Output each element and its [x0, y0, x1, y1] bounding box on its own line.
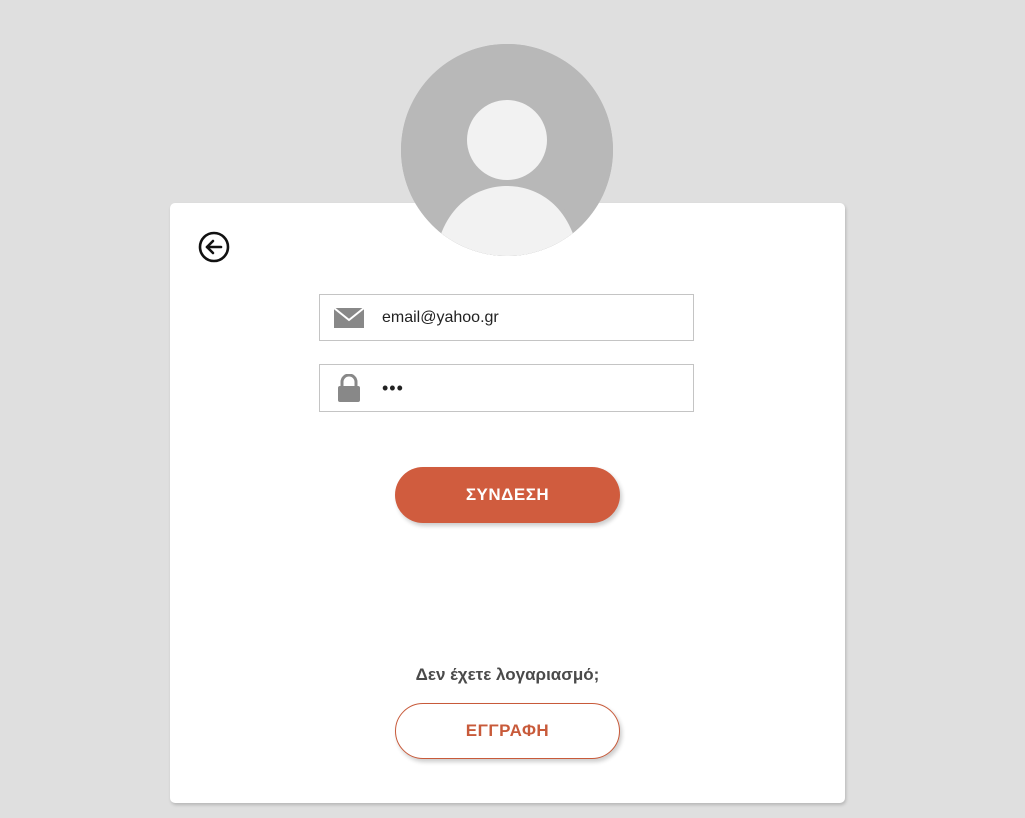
- login-button[interactable]: ΣΥΝΔΕΣΗ: [395, 467, 620, 523]
- arrow-left-circle-icon: [198, 231, 230, 263]
- user-silhouette-icon: [401, 44, 613, 256]
- email-field[interactable]: [319, 294, 694, 341]
- lock-icon: [333, 365, 365, 411]
- password-input[interactable]: [382, 365, 682, 411]
- avatar: [401, 44, 613, 256]
- password-field[interactable]: [319, 364, 694, 412]
- email-input[interactable]: [382, 295, 682, 340]
- back-button[interactable]: [197, 230, 231, 264]
- envelope-icon: [333, 295, 365, 340]
- no-account-text: Δεν έχετε λογαριασμό;: [415, 665, 600, 684]
- register-button[interactable]: ΕΓΓΡΑΦΗ: [395, 703, 620, 759]
